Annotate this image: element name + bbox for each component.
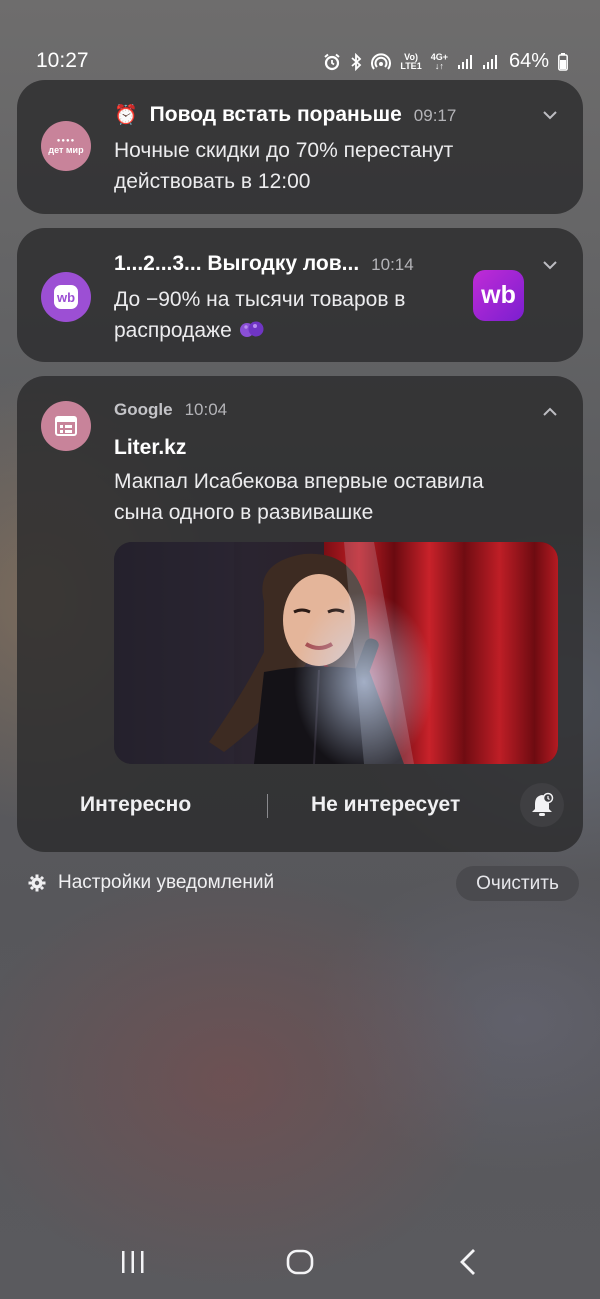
notification-settings-link[interactable]: Настройки уведомлений — [28, 872, 274, 894]
alarm-icon — [324, 53, 340, 70]
volte-label: Vo) LTE1 — [400, 51, 422, 71]
detmir-app-icon: ●●●● дет мир — [41, 121, 91, 171]
recent-apps-button[interactable] — [108, 1247, 158, 1277]
chevron-down-icon[interactable] — [541, 256, 559, 274]
signal-icon — [457, 54, 472, 69]
notification-body: Макпал Исабекова впервые оставила сына о… — [114, 470, 484, 524]
signal-icon — [482, 54, 497, 69]
battery-icon — [558, 52, 568, 71]
notification-title: Повод встать пораньше — [149, 103, 402, 126]
chevron-down-icon[interactable] — [541, 106, 559, 124]
notification-title: 1...2...3... Выгодку лов... — [114, 252, 360, 275]
notification-time: 10:04 — [184, 400, 228, 419]
alarm-emoji: ⏰ — [114, 105, 138, 126]
chevron-up-icon[interactable] — [541, 403, 559, 421]
hotspot-icon — [371, 52, 392, 70]
berries-emoji-icon — [239, 321, 264, 337]
home-button[interactable] — [275, 1247, 325, 1277]
notification-time: 10:14 — [371, 255, 414, 274]
snooze-button[interactable] — [520, 783, 564, 827]
notification-card-detmir[interactable]: ●●●● дет мир ⏰ Повод встать пораньше 09:… — [17, 80, 583, 214]
notification-time: 09:17 — [413, 106, 457, 125]
bluetooth-icon — [351, 52, 362, 71]
battery-percent: 64% — [508, 50, 549, 72]
status-icons: Vo) LTE1 4G+ ↓↑ 64% — [323, 50, 568, 73]
notification-body: Ночные скидки до 70% перестанут действов… — [114, 139, 454, 193]
clock: 10:27 — [36, 49, 89, 72]
google-news-app-icon — [41, 401, 91, 451]
news-photo[interactable] — [114, 542, 558, 764]
interesting-button[interactable]: Интересно — [80, 793, 191, 817]
not-interesting-button[interactable]: Не интересует — [311, 793, 460, 817]
calendar-icon — [55, 416, 77, 436]
network-type-label: 4G+ ↓↑ — [430, 51, 448, 71]
wildberries-large-icon: wb — [473, 270, 524, 321]
actions-divider — [267, 794, 268, 818]
back-icon — [460, 1249, 475, 1275]
notification-body: До −90% на тысячи товаров в распродаже — [114, 288, 406, 342]
clear-all-button[interactable]: Очистить — [456, 866, 579, 901]
back-button[interactable] — [443, 1247, 493, 1277]
navigation-bar — [0, 1225, 600, 1299]
home-icon — [286, 1249, 314, 1275]
notification-settings-label: Настройки уведомлений — [58, 872, 275, 893]
notification-title: Liter.kz — [114, 436, 187, 459]
notification-app-name: Google — [114, 400, 173, 419]
notification-card-wildberries[interactable]: wb 1...2...3... Выгодку лов... 10:14 До … — [17, 228, 583, 362]
recent-apps-icon — [122, 1251, 144, 1273]
wildberries-app-icon: wb — [41, 272, 91, 322]
gear-icon — [28, 874, 46, 892]
bell-snooze-icon — [532, 792, 554, 816]
